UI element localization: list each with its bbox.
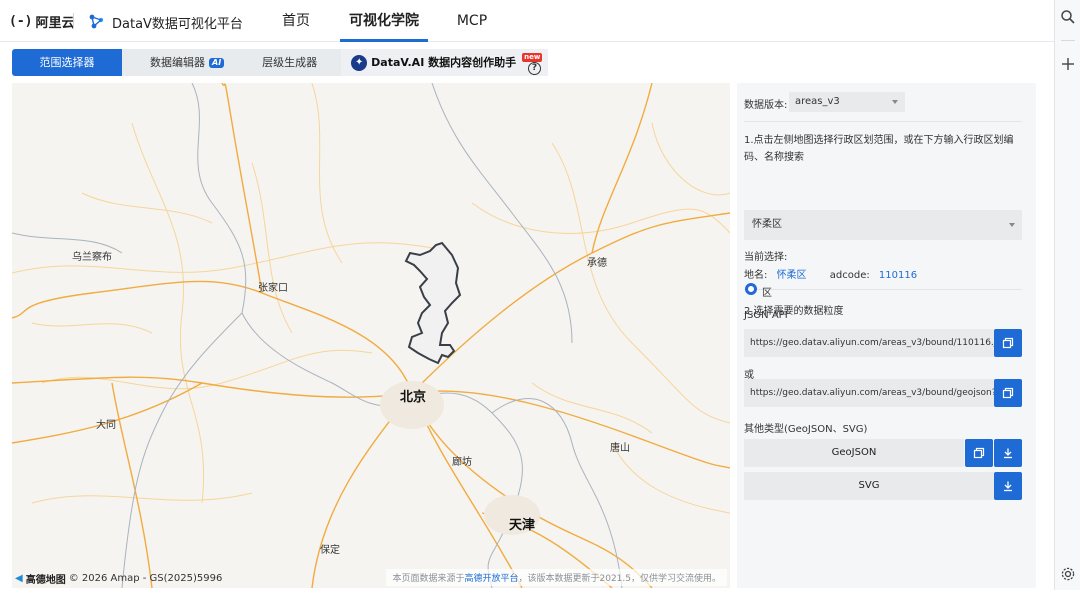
district-search-value: 怀柔区 [752, 219, 782, 230]
nav-tab-academy[interactable]: 可视化学院 [340, 0, 428, 42]
tab-data-editor-label: 数据编辑器 [150, 56, 205, 69]
copy-geojson-button[interactable] [965, 439, 993, 467]
selector-panel: 数据版本: areas_v3 1.点击左侧地图选择行政区划范围，或在下方输入行政… [737, 83, 1036, 588]
nav-tab-mcp[interactable]: MCP [446, 0, 498, 42]
tab-level-generator[interactable]: 层级生成器 [240, 49, 341, 76]
place-name-value: 怀柔区 [776, 270, 807, 281]
new-badge: new [522, 53, 543, 62]
granularity-radio[interactable] [745, 283, 757, 295]
rail-divider [1061, 40, 1075, 41]
notice-suffix: ，该版本数据更新于2021.5，仅供学习交流使用。 [518, 574, 722, 584]
district-search-select[interactable]: 怀柔区 [744, 210, 1022, 240]
plus-icon[interactable] [1060, 56, 1076, 72]
aliyun-logo-mark: (-) [9, 14, 33, 29]
adcode-value: 110116 [878, 270, 918, 281]
panel-divider [744, 121, 1022, 122]
map-layer [12, 83, 730, 588]
adcode-label: adcode: [829, 270, 870, 281]
download-icon [1004, 448, 1012, 459]
copy-json-api-button[interactable] [994, 329, 1022, 357]
city-label: 天津 [509, 518, 536, 533]
version-select[interactable]: areas_v3 [789, 92, 905, 112]
city-label: 保定 [320, 545, 340, 556]
side-rail [1054, 0, 1080, 590]
logo-divider [73, 13, 74, 29]
city-label-capital: 北京 [400, 390, 427, 405]
version-select-value: areas_v3 [795, 96, 840, 107]
tab-ai-assistant[interactable]: ✦ DataV.AI 数据内容创作助手 new [341, 49, 549, 76]
place-name-label: 地名: [744, 270, 768, 281]
map-canvas[interactable]: 乌兰察布 张家口 承德 大同 北京 唐山 廊坊 天津 保定 ◀ 高德地图 © 2… [12, 83, 730, 588]
city-label: 张家口 [258, 283, 288, 294]
platform-title[interactable]: DataV数据可视化平台 [112, 13, 243, 32]
ai-badge: AI [209, 57, 225, 68]
other-types-label: 其他类型(GeoJSON、SVG) [744, 424, 868, 435]
aliyun-logo-text: 阿里云 [35, 16, 75, 31]
aliyun-logo[interactable]: (-) 阿里云 [9, 12, 75, 31]
city-label: 乌兰察布 [72, 252, 112, 263]
copy-icon [1002, 337, 1014, 349]
amap-brand: 高德地图 [25, 575, 66, 586]
datav-logo-icon[interactable] [86, 11, 106, 31]
granularity-option-label: 区 [762, 288, 772, 299]
tab-data-editor[interactable]: 数据编辑器 AI [122, 49, 240, 76]
download-icon [1004, 481, 1012, 492]
download-svg-button[interactable] [994, 472, 1022, 500]
city-label: 大同 [96, 420, 116, 431]
json-api-label: JSON API [744, 310, 788, 321]
amap-logo-icon: ◀ [15, 573, 23, 584]
tab-level-generator-label: 层级生成器 [262, 56, 318, 69]
major-roads [12, 83, 730, 588]
selected-district-outline[interactable] [404, 241, 462, 365]
page-body: 范围选择器 数据编辑器 AI 层级生成器 ✦ DataV.AI 数据内容创作助手… [0, 42, 1054, 590]
nav-tab-home[interactable]: 首页 [270, 0, 322, 42]
city-label: 承德 [587, 258, 607, 269]
data-source-notice: 本页面数据来源于高德开放平台，该版本数据更新于2021.5，仅供学习交流使用。 [386, 569, 727, 586]
svg-button[interactable]: SVG [744, 472, 994, 500]
amap-copyright: © 2026 Amap - GS(2025)5996 [68, 573, 223, 584]
caret-down-icon [1009, 223, 1015, 227]
json-api-url-field[interactable]: https://geo.datav.aliyun.com/areas_v3/bo… [744, 329, 994, 357]
copy-geojson-url-button[interactable] [994, 379, 1022, 407]
current-selection-row: 地名: 怀柔区 adcode: 110116 [744, 266, 917, 281]
version-label: 数据版本: [744, 100, 788, 111]
panel-divider [744, 289, 1022, 290]
current-selection-label: 当前选择: [744, 252, 788, 263]
top-navbar: (-) 阿里云 DataV数据可视化平台 首页 可视化学院 MCP [0, 0, 1054, 42]
amap-open-platform-link[interactable]: 高德开放平台 [464, 574, 518, 584]
sparkle-icon: ✦ [351, 54, 368, 71]
search-icon[interactable] [1060, 9, 1076, 25]
tab-area-selector[interactable]: 范围选择器 [12, 49, 122, 76]
tab-area-selector-label: 范围选择器 [39, 56, 95, 69]
notice-prefix: 本页面数据来源于 [392, 574, 465, 584]
sub-tab-bar: 范围选择器 数据编辑器 AI 层级生成器 ✦ DataV.AI 数据内容创作助手… [12, 49, 549, 76]
help-icon[interactable]: ? [528, 62, 541, 75]
gear-icon[interactable] [1060, 566, 1076, 582]
download-geojson-button[interactable] [994, 439, 1022, 467]
caret-down-icon [892, 100, 898, 104]
amap-attribution: ◀ 高德地图 © 2026 Amap - GS(2025)5996 [15, 571, 222, 586]
geojson-button[interactable]: GeoJSON [744, 439, 964, 467]
step1-instruction: 1.点击左侧地图选择行政区划范围，或在下方输入行政区划编码、名称搜索 [744, 135, 1014, 163]
copy-icon [973, 447, 985, 459]
city-label: 唐山 [610, 443, 630, 454]
city-label: 廊坊 [452, 457, 472, 468]
tab-ai-assistant-label: DataV.AI 数据内容创作助手 [371, 56, 517, 69]
copy-icon [1002, 387, 1014, 399]
geojson-url-field[interactable]: https://geo.datav.aliyun.com/areas_v3/bo… [744, 379, 994, 407]
